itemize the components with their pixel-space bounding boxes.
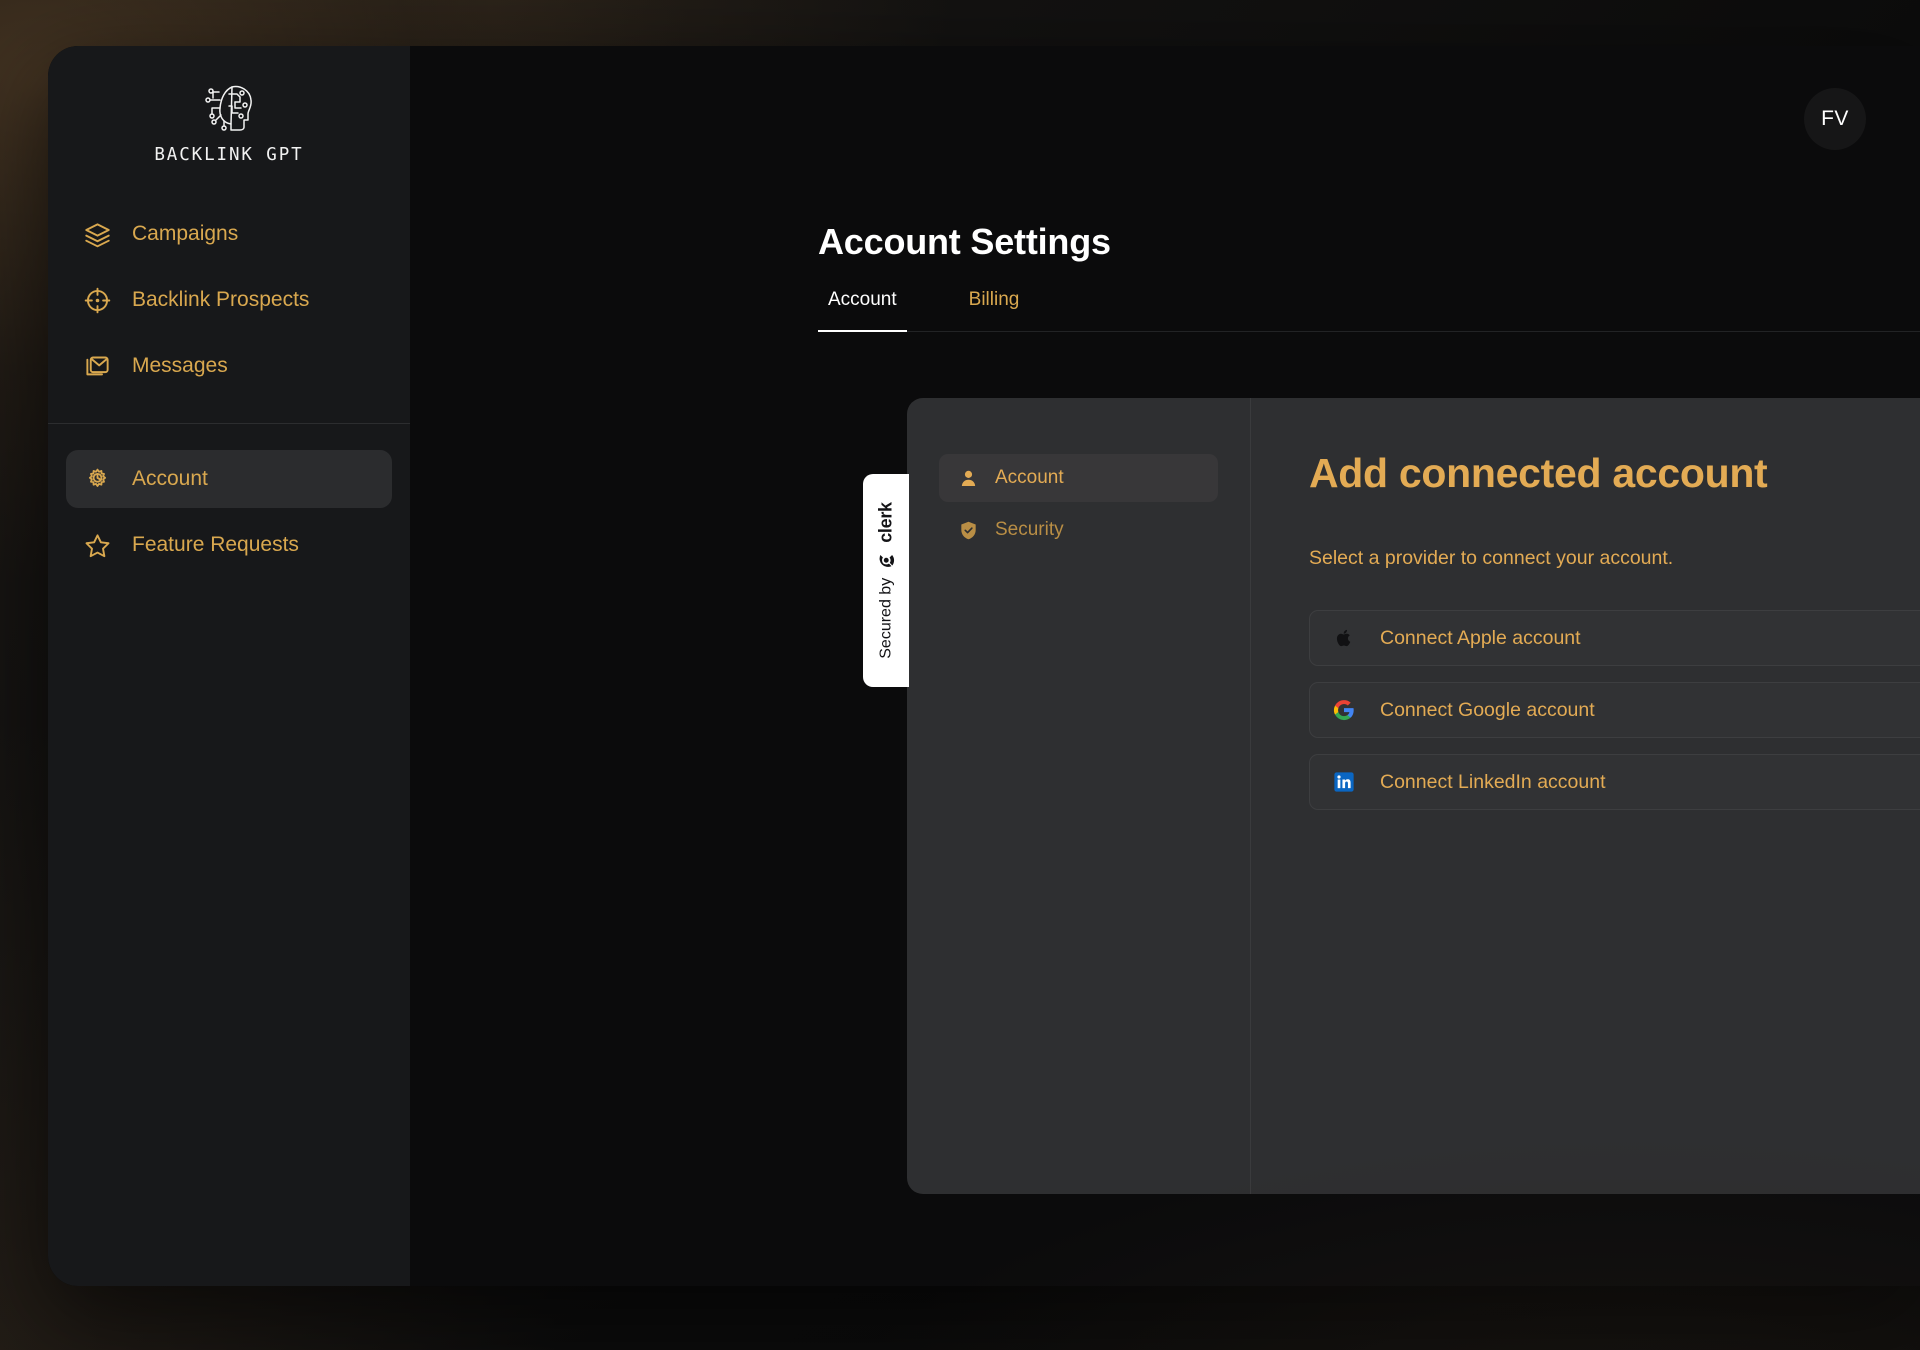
tab-account[interactable]: Account bbox=[818, 289, 907, 331]
clerk-body: Add connected account Select a provider … bbox=[1251, 398, 1920, 1194]
desktop-backdrop: BACKLINK GPT Campaigns bbox=[0, 0, 1920, 1350]
crosshair-target-icon bbox=[82, 285, 112, 315]
clerk-nav-item-label: Account bbox=[995, 467, 1064, 489]
brand-logo[interactable]: BACKLINK GPT bbox=[48, 46, 410, 191]
tab-billing[interactable]: Billing bbox=[959, 289, 1030, 331]
tab-label: Billing bbox=[969, 289, 1020, 310]
clerk-badge-prefix: Secured by bbox=[877, 578, 895, 659]
connect-google-button[interactable]: Connect Google account bbox=[1309, 682, 1920, 738]
user-icon bbox=[957, 467, 979, 489]
app-window: BACKLINK GPT Campaigns bbox=[48, 46, 1920, 1286]
clerk-nav-item-security[interactable]: Security bbox=[939, 506, 1218, 554]
settings-tabs: Account Billing bbox=[818, 289, 1920, 332]
clerk-logo-icon bbox=[877, 551, 896, 570]
clerk-nav-item-account[interactable]: Account bbox=[939, 454, 1218, 502]
sidebar-item-label: Feature Requests bbox=[132, 533, 299, 557]
sidebar-item-account[interactable]: Account bbox=[66, 450, 392, 508]
provider-label: Connect Apple account bbox=[1380, 627, 1581, 650]
page-title: Account Settings bbox=[818, 221, 1111, 263]
avatar-initials: FV bbox=[1821, 107, 1849, 131]
sidebar-item-label: Messages bbox=[132, 354, 228, 378]
tab-label: Account bbox=[828, 289, 897, 310]
clerk-wordmark: clerk bbox=[876, 502, 897, 543]
sidebar-item-feature-requests[interactable]: Feature Requests bbox=[66, 516, 392, 574]
sidebar-secondary-nav: Account Feature Requests bbox=[48, 424, 410, 582]
circuit-brain-head-icon bbox=[199, 80, 259, 136]
google-icon bbox=[1332, 698, 1356, 722]
star-icon bbox=[82, 530, 112, 560]
provider-label: Connect Google account bbox=[1380, 699, 1595, 722]
main-content: FV Account Settings Account Billing bbox=[410, 46, 1920, 1286]
cancel-row: CANCEL bbox=[1309, 848, 1920, 877]
apple-icon bbox=[1332, 626, 1356, 650]
layers-icon bbox=[82, 219, 112, 249]
gear-icon bbox=[82, 464, 112, 494]
sidebar-item-label: Account bbox=[132, 467, 208, 491]
clerk-badge-inner: Secured by clerk bbox=[876, 502, 897, 658]
sidebar-primary-nav: Campaigns Backlink Prospects bbox=[48, 191, 410, 403]
provider-list: Connect Apple account bbox=[1309, 610, 1920, 810]
provider-label: Connect LinkedIn account bbox=[1380, 771, 1606, 794]
shield-check-icon bbox=[957, 519, 979, 541]
sidebar-item-campaigns[interactable]: Campaigns bbox=[66, 205, 392, 263]
envelope-icon bbox=[82, 351, 112, 381]
sidebar-item-messages[interactable]: Messages bbox=[66, 337, 392, 395]
avatar[interactable]: FV bbox=[1804, 88, 1866, 150]
linkedin-icon bbox=[1332, 770, 1356, 794]
connect-apple-button[interactable]: Connect Apple account bbox=[1309, 610, 1920, 666]
sidebar-item-backlink-prospects[interactable]: Backlink Prospects bbox=[66, 271, 392, 329]
clerk-heading: Add connected account bbox=[1309, 450, 1920, 497]
sidebar-item-label: Campaigns bbox=[132, 222, 238, 246]
brand-name: BACKLINK GPT bbox=[154, 145, 303, 165]
clerk-secured-by-badge[interactable]: Secured by clerk bbox=[863, 474, 909, 687]
clerk-nav: Account Security bbox=[907, 398, 1251, 1194]
clerk-user-profile-card: Account Security Add connected ac bbox=[907, 398, 1920, 1194]
sidebar: BACKLINK GPT Campaigns bbox=[48, 46, 410, 1286]
clerk-subtitle: Select a provider to connect your accoun… bbox=[1309, 547, 1920, 570]
sidebar-item-label: Backlink Prospects bbox=[132, 288, 309, 312]
clerk-nav-item-label: Security bbox=[995, 519, 1064, 541]
connect-linkedin-button[interactable]: Connect LinkedIn account bbox=[1309, 754, 1920, 810]
